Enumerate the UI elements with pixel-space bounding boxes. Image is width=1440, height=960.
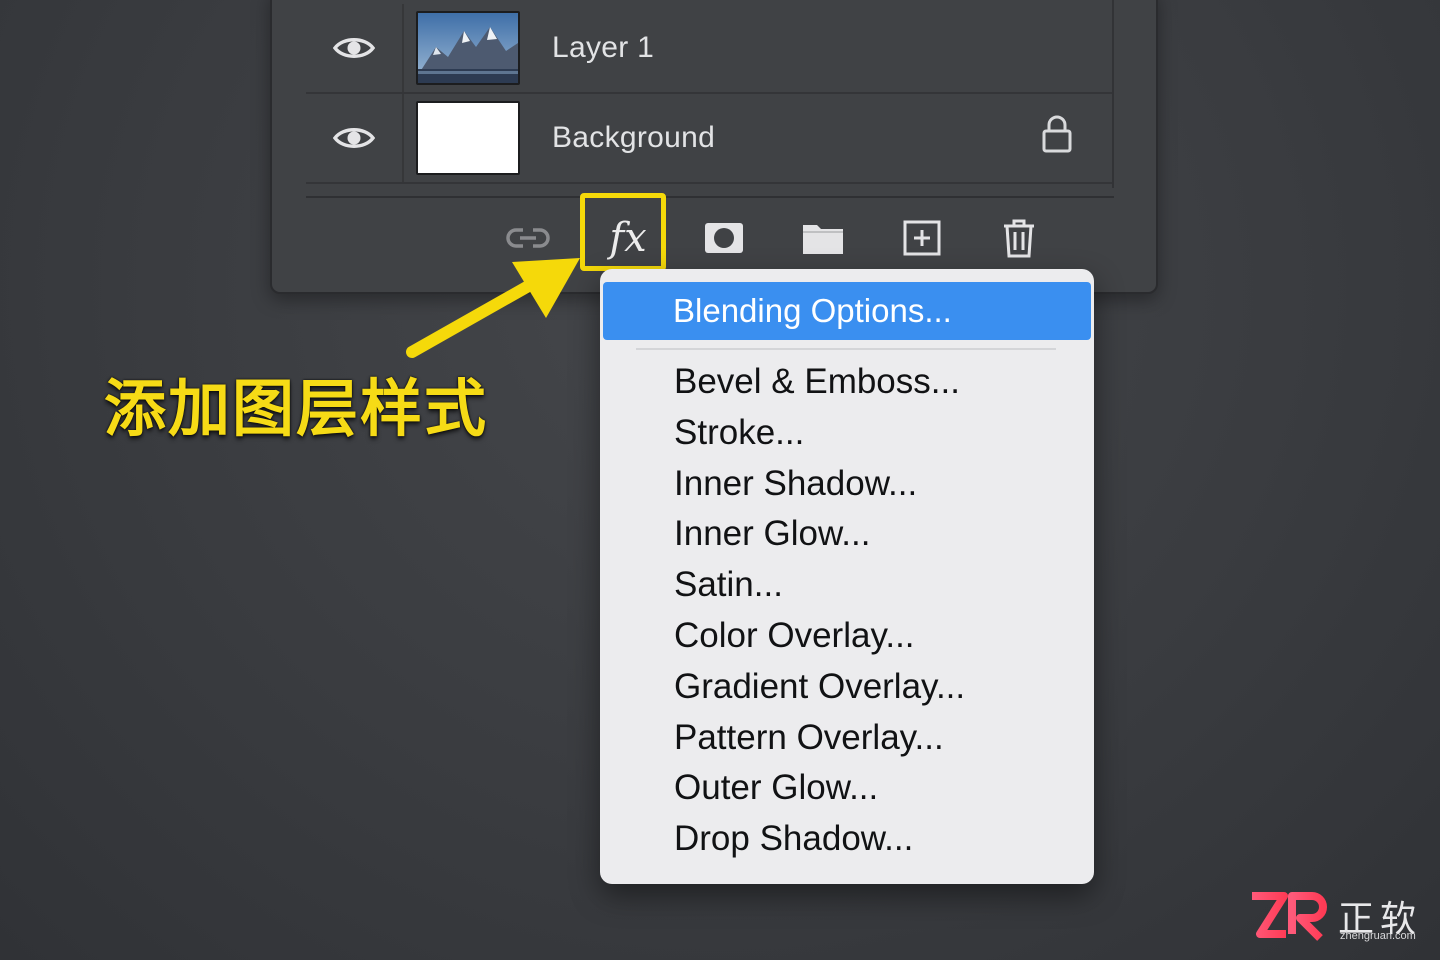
menu-separator (636, 348, 1056, 350)
watermark: 正软 zhengruan.com (1250, 888, 1430, 948)
menu-item-blending-options[interactable]: Blending Options... (603, 282, 1091, 340)
menu-item-satin[interactable]: Satin... (600, 560, 1094, 611)
annotation-label: 添加图层样式 (104, 372, 489, 445)
menu-item-stroke[interactable]: Stroke... (600, 408, 1094, 459)
menu-list: Bevel & Emboss... Stroke... Inner Shadow… (600, 357, 1094, 865)
zr-logo-icon (1252, 892, 1327, 941)
watermark-url: zhengruan.com (1340, 930, 1416, 942)
menu-item-gradient-overlay[interactable]: Gradient Overlay... (600, 662, 1094, 713)
menu-item-drop-shadow[interactable]: Drop Shadow... (600, 814, 1094, 865)
menu-item-outer-glow[interactable]: Outer Glow... (600, 763, 1094, 814)
menu-item-pattern-overlay[interactable]: Pattern Overlay... (600, 713, 1094, 764)
menu-item-inner-shadow[interactable]: Inner Shadow... (600, 459, 1094, 510)
menu-item-color-overlay[interactable]: Color Overlay... (600, 611, 1094, 662)
layer-style-menu: Blending Options... Bevel & Emboss... St… (600, 269, 1094, 884)
menu-item-inner-glow[interactable]: Inner Glow... (600, 509, 1094, 560)
menu-item-bevel-emboss[interactable]: Bevel & Emboss... (600, 357, 1094, 408)
